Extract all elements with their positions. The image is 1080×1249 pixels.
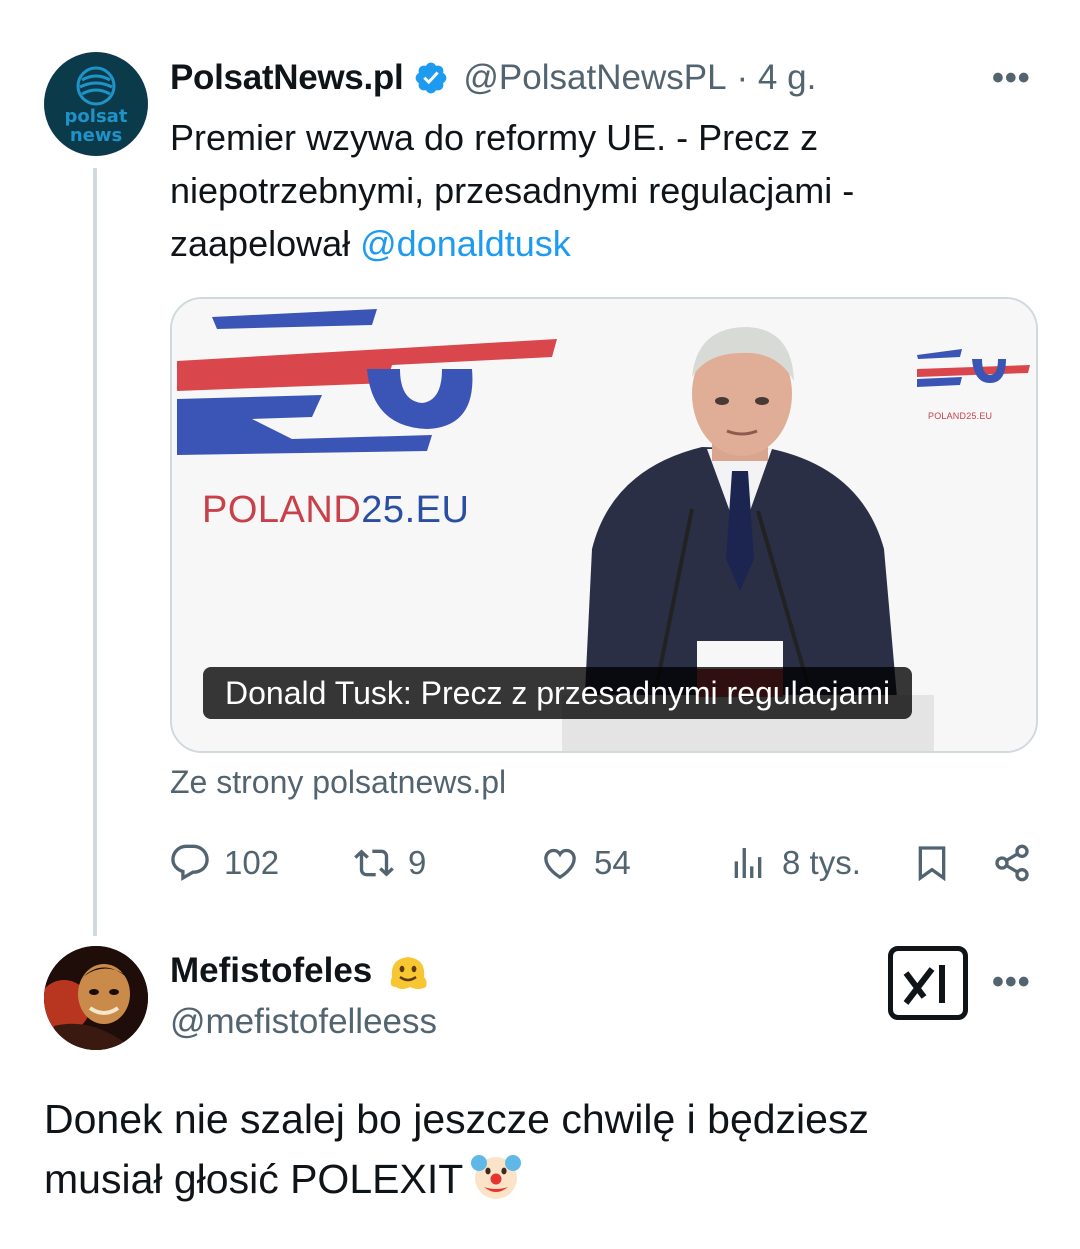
share-icon	[995, 844, 1029, 882]
poland25-mini-logo-text: POLAND25.EU	[928, 411, 993, 421]
mefistofeles-avatar[interactable]	[44, 946, 148, 1050]
like-button[interactable]: 54	[540, 836, 631, 890]
poland-word: POLAND	[202, 489, 362, 531]
clown-face-emoji-icon	[471, 1155, 522, 1199]
link-preview-card[interactable]: POLAND25.EU POLAND25.EU Donald Tusk: Pre…	[170, 297, 1038, 753]
author-name[interactable]: PolsatNews.pl	[170, 58, 404, 98]
heart-icon	[544, 848, 576, 880]
like-count: 54	[594, 844, 631, 881]
thread-connector-line	[93, 168, 97, 936]
poland-number: 25	[361, 489, 405, 531]
tweet-text-line-1: Premier wzywa do reformy UE. - Precz z	[170, 117, 819, 158]
reply-text: Donek nie szalej bo jeszcze chwilę i będ…	[44, 1090, 1034, 1209]
grok-logo-icon	[903, 965, 945, 1005]
card-title: Donald Tusk: Precz z przesadnymi regulac…	[203, 667, 913, 719]
reply-count: 102	[224, 844, 280, 881]
card-source-link[interactable]: Ze strony polsatnews.pl	[170, 764, 506, 801]
bookmark-button[interactable]	[912, 836, 966, 890]
verified-badge-icon[interactable]	[413, 60, 449, 96]
avatar-brand-line2: news	[69, 125, 123, 146]
views-chart-icon	[734, 848, 762, 878]
tweet-timestamp[interactable]: · 4 g.	[737, 58, 817, 98]
grok-button[interactable]	[888, 946, 968, 1020]
poland25-backdrop-text: POLAND25.EU	[202, 489, 469, 532]
reply-button[interactable]: 102	[170, 836, 279, 890]
reply-text-line-1: Donek nie szalej bo jeszcze chwilę i będ…	[44, 1096, 869, 1142]
melting-face-emoji-icon	[390, 957, 427, 989]
bookmark-icon	[918, 846, 946, 882]
reply-text-line-2: musiał głosić POLEXIT	[44, 1156, 464, 1202]
mention-link[interactable]: @donaldtusk	[360, 223, 571, 264]
poland-tld: .EU	[404, 489, 470, 531]
repost-icon	[354, 849, 394, 877]
repost-button[interactable]: 9	[354, 836, 426, 890]
more-options-icon[interactable]: •••	[992, 61, 1031, 95]
reply-text-line-2-row: musiał głosić POLEXIT	[44, 1149, 1034, 1209]
repost-count: 9	[408, 844, 427, 881]
reply-icon	[171, 844, 209, 881]
tweet-text-line-3: zaapelował @donaldtusk	[170, 217, 990, 270]
tweet-text-line-2: niepotrzebnymi, przesadnymi regulacjami …	[170, 170, 855, 211]
tweet-text: Premier wzywa do reformy UE. - Precz z n…	[170, 111, 990, 270]
reply-author-name[interactable]: Mefistofeles	[170, 951, 372, 991]
polsat-globe-logo	[76, 66, 116, 106]
author-handle[interactable]: @PolsatNewsPL	[463, 58, 726, 98]
share-button[interactable]	[992, 836, 1046, 890]
avatar-brand-line1: polsat	[64, 106, 128, 127]
tweet-text-line-3-prefix: zaapelował	[170, 223, 361, 264]
reply-author-row: Mefistofeles	[170, 946, 432, 996]
tweet-action-bar: 102 9 54 8 tys.	[170, 836, 1040, 890]
views-button[interactable]: 8 tys.	[728, 836, 861, 890]
avatar-image	[44, 946, 148, 1050]
tweet-header: PolsatNews.pl @PolsatNewsPL · 4 g.	[170, 54, 816, 102]
polsatnews-avatar[interactable]: polsat news	[44, 52, 148, 156]
reply-more-options-icon[interactable]: •••	[992, 965, 1031, 999]
views-count: 8 tys.	[782, 844, 861, 881]
reply-author-handle[interactable]: @mefistofelleess	[170, 1002, 437, 1042]
